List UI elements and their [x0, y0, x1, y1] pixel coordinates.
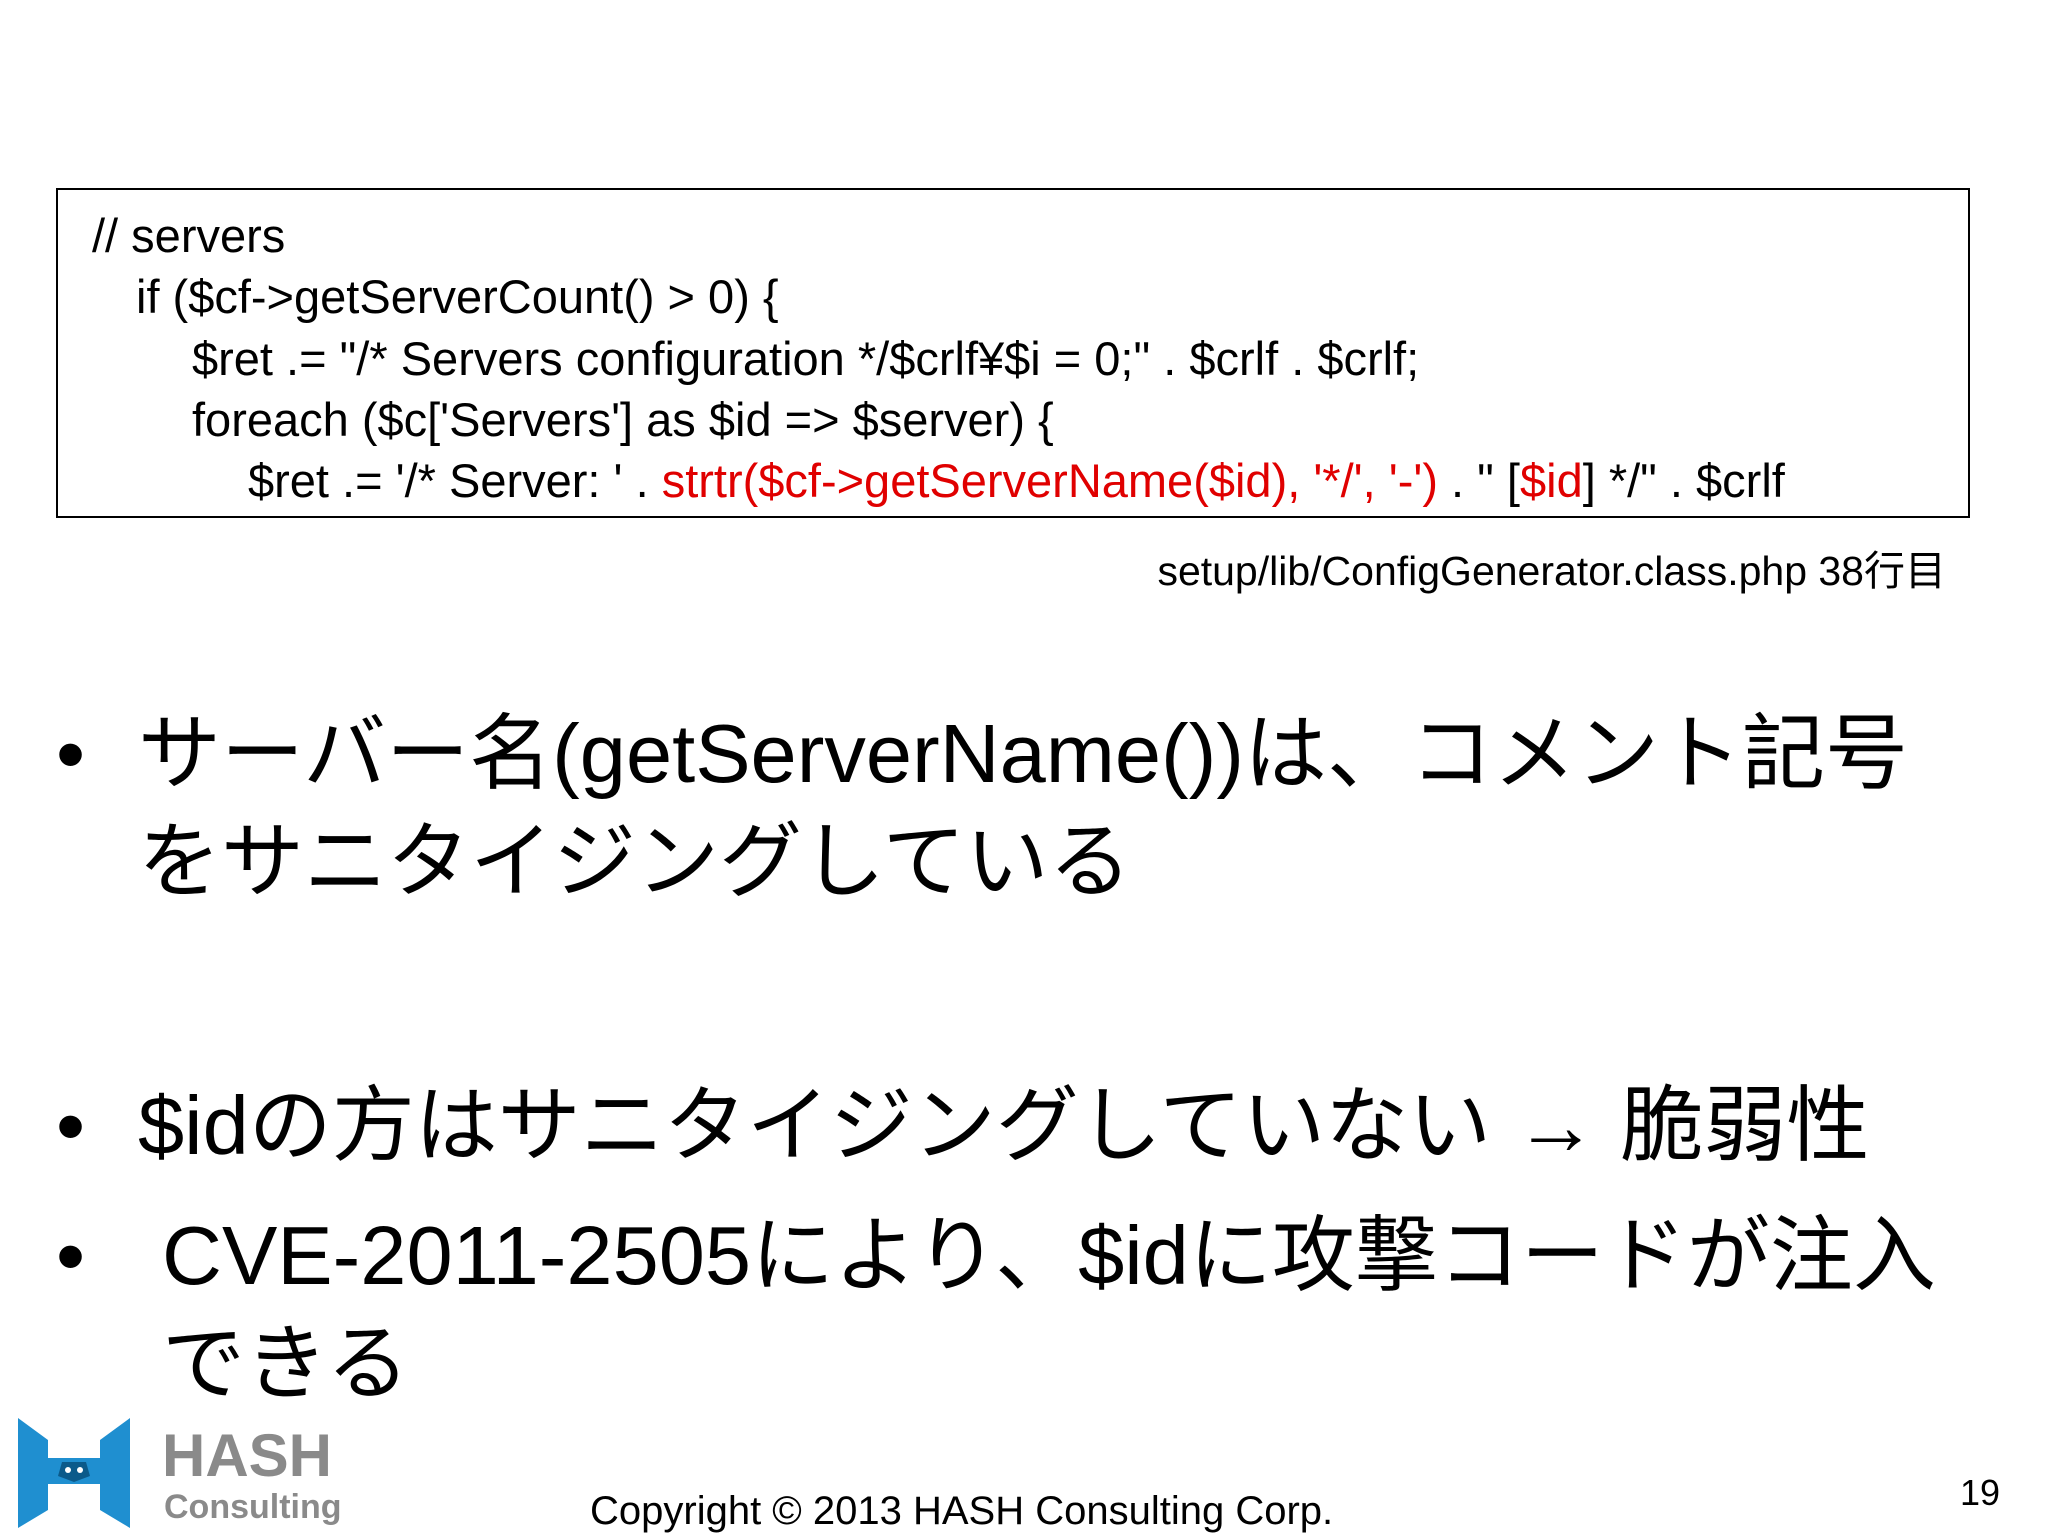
hash-consulting-logo-icon: HASH Consulting	[18, 1418, 342, 1528]
code-line-5-part5: ] */" . $crlf	[1582, 454, 1785, 507]
bullet-text-2: $idの方はサニタイジングしていない → 脆弱性	[138, 1079, 1870, 1172]
company-logo: HASH Consulting	[8, 1410, 448, 1534]
page-number: 19	[1959, 1472, 2000, 1513]
code-line-1: // servers	[92, 209, 286, 262]
code-highlight-strtr: strtr($cf->getServerName($id), '*/', '-'…	[661, 454, 1438, 507]
bullet-text-1: サーバー名(getServerName())は、コメント記号をサニタイジングして…	[138, 707, 1908, 908]
code-line-2: if ($cf->getServerCount() > 0) {	[136, 270, 779, 323]
copyright-text: Copyright © 2013 HASH Consulting Corp.	[590, 1489, 1334, 1533]
logo-name: HASH	[162, 1422, 332, 1489]
code-line-4: foreach ($c['Servers'] as $id => $server…	[192, 393, 1054, 446]
bullet-item-1: • サーバー名(getServerName())は、コメント記号をサニタイジング…	[56, 700, 1986, 916]
source-caption: setup/lib/ConfigGenerator.class.php 38行目	[1157, 548, 1946, 594]
code-highlight-id: $id	[1519, 454, 1583, 507]
bullet-icon: •	[56, 1079, 86, 1172]
bullet-icon: •	[56, 1209, 86, 1302]
code-line-3: $ret .= "/* Servers configuration */$crl…	[192, 332, 1420, 385]
code-line-5: $ret .= '/* Server: ' . strtr($cf->getSe…	[248, 450, 1785, 512]
code-line-5-part3: . " [	[1438, 454, 1520, 507]
code-line-5-part1: $ret .= '/* Server: ' .	[248, 454, 662, 507]
code-block: // servers if ($cf->getServerCount() > 0…	[56, 188, 1970, 518]
bullet-text-3: CVE-2011-2505により、$idに攻撃コードが注入できる	[162, 1209, 1936, 1410]
bullet-item-2: • $idの方はサニタイジングしていない → 脆弱性	[56, 1072, 1986, 1180]
bullet-item-3: • CVE-2011-2505により、$idに攻撃コードが注入できる	[56, 1202, 1986, 1418]
bullet-icon: •	[56, 707, 86, 800]
logo-sub: Consulting	[164, 1488, 342, 1526]
